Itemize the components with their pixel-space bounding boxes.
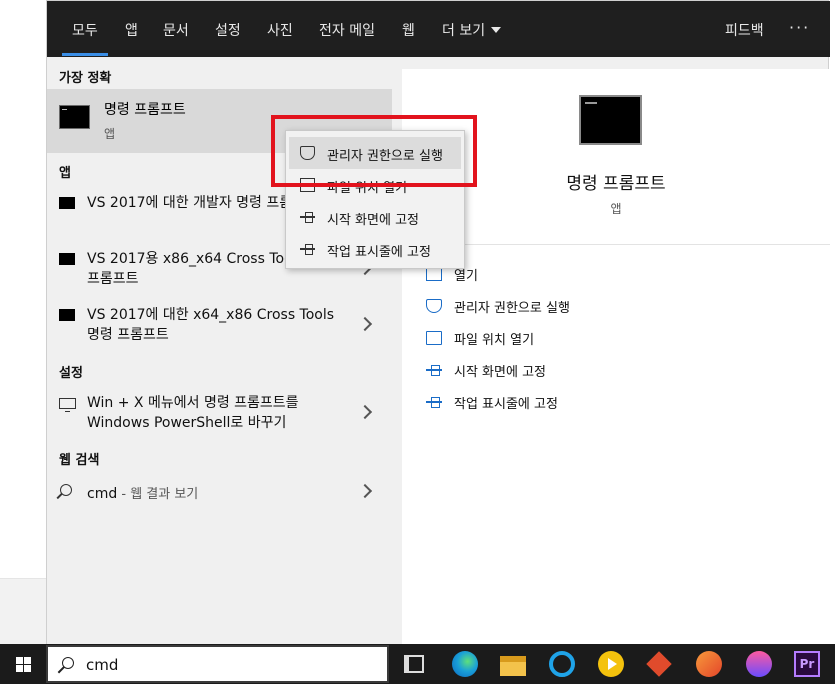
command-prompt-icon bbox=[59, 309, 75, 321]
action-label: 시작 화면에 고정 bbox=[454, 365, 546, 380]
best-match-name: 명령 프롬프트 bbox=[104, 102, 186, 118]
chevron-right-icon bbox=[357, 483, 373, 499]
tab-settings[interactable]: 설정 bbox=[215, 20, 241, 40]
web-result-text: cmd - 웹 결과 보기 bbox=[87, 483, 198, 502]
windows-logo-icon bbox=[24, 665, 31, 672]
command-prompt-icon bbox=[59, 105, 90, 129]
tab-more-label: 더 보기 bbox=[442, 23, 486, 39]
pin-icon bbox=[300, 242, 315, 256]
premiere-icon[interactable]: Pr bbox=[794, 651, 820, 677]
shield-icon bbox=[426, 299, 442, 313]
tab-more[interactable]: 더 보기 bbox=[442, 20, 502, 40]
monitor-icon bbox=[59, 398, 76, 412]
windows-logo-icon bbox=[16, 657, 23, 664]
chevron-right-icon bbox=[357, 316, 373, 332]
tab-apps[interactable]: 앱 bbox=[125, 20, 138, 40]
taskbar-search-input[interactable]: cmd bbox=[46, 645, 389, 683]
context-item-label: 시작 화면에 고정 bbox=[327, 213, 419, 228]
action-label: 관리자 권한으로 실행 bbox=[454, 301, 570, 316]
command-prompt-large-icon bbox=[579, 95, 642, 145]
tab-all[interactable]: 모두 bbox=[62, 20, 108, 56]
context-pin-to-start[interactable]: 시작 화면에 고정 bbox=[289, 201, 461, 233]
app-result-label: VS 2017에 대한 x64_x86 Cross Tools 명령 프롬프트 bbox=[87, 307, 335, 343]
tab-web[interactable]: 웹 bbox=[402, 20, 415, 40]
app-result-item[interactable]: VS 2017에 대한 x64_x86 Cross Tools 명령 프롬프트 bbox=[47, 305, 392, 345]
section-apps: 앱 bbox=[59, 166, 71, 181]
search-icon bbox=[60, 484, 72, 496]
detail-subtitle: 앱 bbox=[610, 202, 622, 216]
feedback-button[interactable]: 피드백 bbox=[725, 20, 764, 40]
background-window-left bbox=[0, 0, 46, 644]
drop-app-icon[interactable] bbox=[746, 651, 772, 677]
filter-tabs: 모두 앱 문서 설정 사진 전자 메일 웹 더 보기 피드백 ··· bbox=[47, 1, 830, 57]
windows-logo-icon bbox=[16, 665, 23, 672]
search-value: cmd bbox=[86, 656, 119, 674]
context-pin-to-taskbar[interactable]: 작업 표시줄에 고정 bbox=[289, 233, 461, 265]
action-label: 파일 위치 열기 bbox=[454, 333, 535, 348]
background-band bbox=[0, 578, 46, 644]
command-prompt-icon bbox=[59, 197, 75, 209]
file-explorer-icon[interactable] bbox=[500, 656, 526, 676]
git-icon[interactable] bbox=[646, 651, 672, 677]
task-view-icon[interactable] bbox=[404, 655, 424, 673]
pin-icon bbox=[426, 363, 442, 377]
windows-logo-icon bbox=[24, 657, 31, 664]
web-result-item[interactable]: cmd - 웹 결과 보기 bbox=[47, 481, 392, 505]
chevron-down-icon bbox=[491, 27, 502, 33]
pin-icon bbox=[300, 210, 315, 224]
action-label: 작업 표시줄에 고정 bbox=[454, 397, 558, 412]
chevron-right-icon bbox=[357, 404, 373, 420]
search-icon bbox=[62, 657, 74, 669]
settings-result-item[interactable]: Win + X 메뉴에서 명령 프롬프트를 Windows PowerShell… bbox=[47, 393, 392, 433]
media-player-icon[interactable] bbox=[598, 651, 624, 677]
swift-icon[interactable] bbox=[696, 651, 722, 677]
web-query: cmd bbox=[87, 486, 118, 502]
settings-result-label: Win + X 메뉴에서 명령 프롬프트를 Windows PowerShell… bbox=[87, 395, 299, 431]
more-options-button[interactable]: ··· bbox=[789, 18, 810, 37]
open-icon bbox=[426, 267, 442, 281]
edge-icon[interactable] bbox=[452, 651, 478, 677]
tab-documents[interactable]: 문서 bbox=[163, 20, 189, 40]
search-panel: 모두 앱 문서 설정 사진 전자 메일 웹 더 보기 피드백 ··· 가장 정확… bbox=[46, 0, 830, 645]
folder-icon bbox=[426, 331, 442, 345]
highlight-annotation-box bbox=[271, 115, 477, 187]
pin-icon bbox=[426, 395, 442, 409]
divider bbox=[402, 244, 830, 245]
start-button[interactable] bbox=[0, 644, 46, 684]
command-prompt-icon bbox=[59, 253, 75, 265]
best-match-type: 앱 bbox=[104, 127, 116, 141]
section-settings: 설정 bbox=[59, 366, 83, 381]
web-suffix: - 웹 결과 보기 bbox=[117, 487, 199, 502]
context-item-label: 작업 표시줄에 고정 bbox=[327, 245, 431, 260]
taskbar: cmd Pr bbox=[0, 644, 835, 684]
section-web-search: 웹 검색 bbox=[59, 453, 100, 468]
tab-email[interactable]: 전자 메일 bbox=[319, 20, 375, 40]
tab-photos[interactable]: 사진 bbox=[267, 20, 293, 40]
section-best-match: 가장 정확 bbox=[59, 71, 112, 86]
internet-explorer-icon[interactable] bbox=[549, 651, 575, 677]
